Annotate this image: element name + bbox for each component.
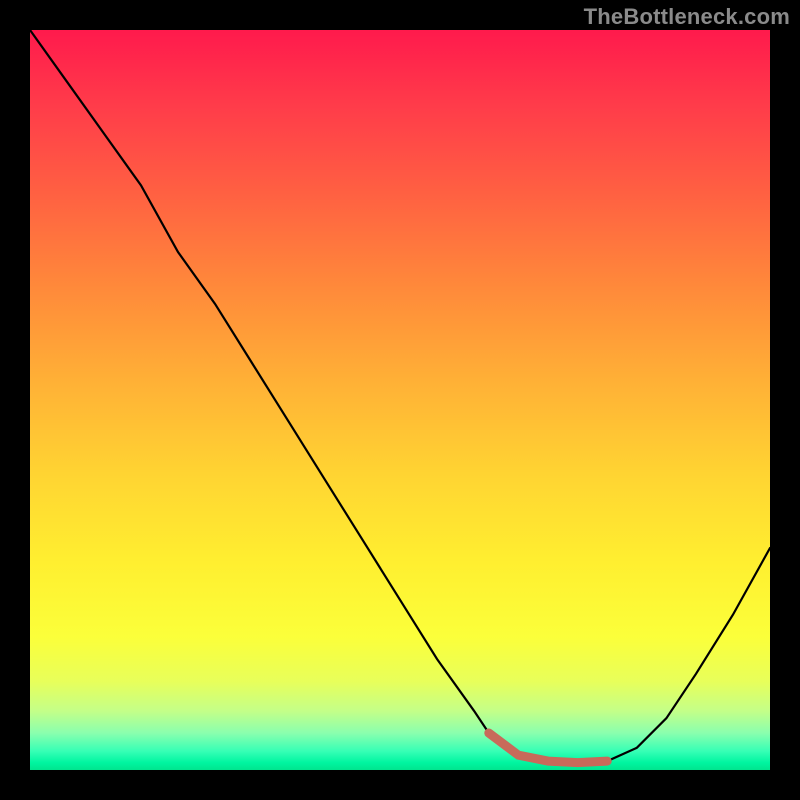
chart-stage: TheBottleneck.com xyxy=(0,0,800,800)
watermark-text: TheBottleneck.com xyxy=(584,4,790,30)
plot-frame xyxy=(30,30,770,770)
bottleneck-curve xyxy=(30,30,770,763)
curve-svg xyxy=(30,30,770,770)
highlight-segment xyxy=(489,733,607,763)
